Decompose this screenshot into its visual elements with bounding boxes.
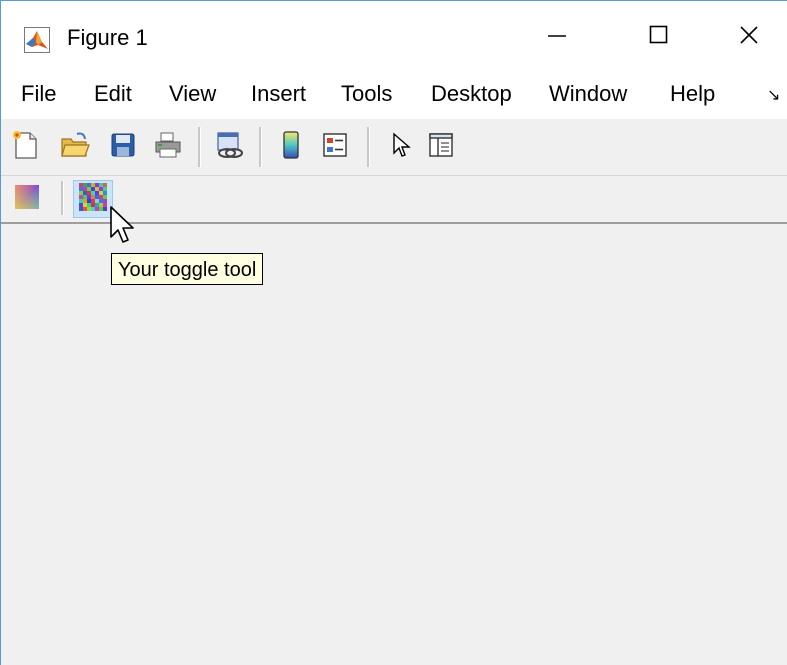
menu-view[interactable]: View — [169, 81, 216, 107]
maximize-button[interactable] — [633, 15, 685, 59]
menu-file[interactable]: File — [21, 81, 56, 107]
mouse-pointer-icon — [109, 205, 137, 250]
open-file-button[interactable] — [58, 130, 92, 164]
print-button[interactable] — [151, 130, 185, 164]
edit-plot-button[interactable] — [384, 130, 418, 164]
close-button[interactable] — [723, 15, 775, 59]
window-title: Figure 1 — [67, 25, 148, 50]
insert-colorbar-button[interactable] — [274, 130, 308, 164]
minimize-icon — [547, 25, 567, 50]
tooltip: Your toggle tool — [111, 253, 264, 285]
minimize-button[interactable] — [531, 15, 583, 59]
noise-toggle-tool-button[interactable] — [73, 180, 113, 218]
gradient-push-tool-icon — [13, 183, 41, 216]
matlab-app-icon — [24, 27, 50, 53]
property-inspector-button[interactable] — [424, 130, 458, 164]
figure-window: Figure 1 File Edit View Insert Tools Des… — [0, 0, 787, 665]
save-button[interactable] — [106, 130, 140, 164]
toolbar-separator — [259, 127, 262, 167]
property-inspector-icon — [427, 131, 455, 164]
close-icon — [739, 25, 759, 50]
menu-insert[interactable]: Insert — [251, 81, 306, 107]
menu-help[interactable]: Help — [670, 81, 715, 107]
toolbar-separator — [198, 127, 201, 167]
maximize-icon — [649, 25, 669, 50]
open-file-icon — [60, 131, 90, 164]
print-icon — [153, 131, 183, 164]
new-figure-button[interactable] — [9, 130, 43, 164]
menu-edit[interactable]: Edit — [94, 81, 132, 107]
figure-canvas[interactable] — [1, 224, 787, 665]
insert-legend-icon — [321, 131, 349, 164]
menu-bar: File Edit View Insert Tools Desktop Wind… — [1, 69, 787, 119]
insert-legend-button[interactable] — [318, 130, 352, 164]
figure-toolbar — [1, 119, 787, 176]
menu-window[interactable]: Window — [549, 81, 627, 107]
insert-colorbar-icon — [280, 130, 302, 165]
link-plot-icon — [214, 130, 244, 165]
overflow-chevron-icon[interactable]: ↘ — [767, 85, 780, 105]
menu-tools[interactable]: Tools — [341, 81, 392, 107]
toolbar-separator — [61, 181, 64, 215]
toolbar-separator — [367, 127, 370, 167]
menu-desktop[interactable]: Desktop — [431, 81, 512, 107]
new-figure-icon — [12, 130, 40, 165]
save-icon — [109, 131, 137, 164]
edit-plot-icon — [390, 131, 412, 164]
gradient-push-tool-button[interactable] — [10, 182, 44, 216]
link-plot-button[interactable] — [212, 130, 246, 164]
title-bar[interactable]: Figure 1 — [1, 1, 787, 69]
noise-toggle-tool-icon — [79, 182, 107, 216]
